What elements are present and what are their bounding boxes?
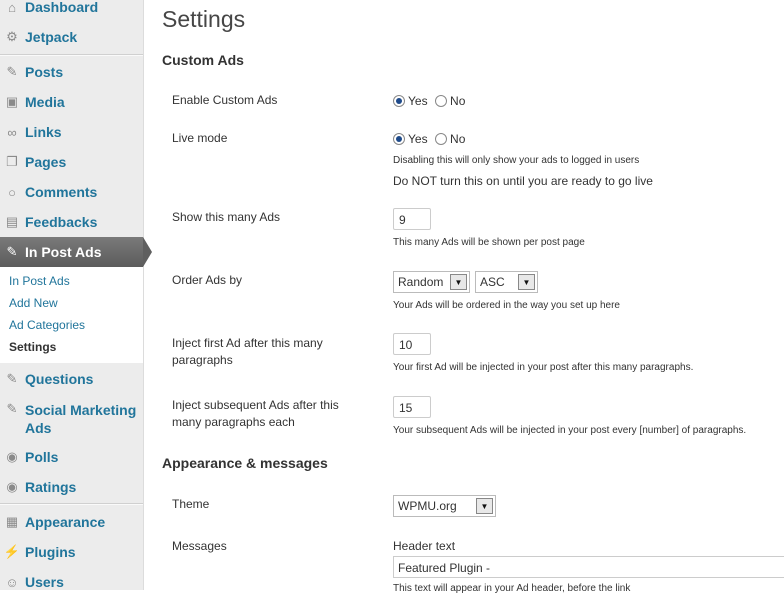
submenu-ad-categories[interactable]: Ad Categories: [9, 318, 85, 332]
enable-custom-ads-radios: Yes No: [393, 92, 468, 110]
menu-feedbacks[interactable]: ▤ Feedbacks: [0, 207, 143, 237]
link-icon: ∞: [7, 124, 17, 140]
show-many-ads-input[interactable]: 9: [393, 208, 431, 230]
submenu-in-post-ads[interactable]: In Post Ads: [9, 274, 70, 288]
chevron-down-icon: ▼: [476, 498, 493, 514]
header-text-description: This text will appear in your Ad header,…: [393, 583, 631, 594]
enable-custom-ads-no-radio[interactable]: [435, 94, 448, 107]
submenu: In Post Ads Add New Ad Categories Settin…: [0, 267, 143, 363]
appearance-icon: ▦: [5, 514, 19, 529]
menu-dashboard[interactable]: ⌂ Dashboard: [0, 0, 143, 22]
inject-subsequent-input[interactable]: 15: [393, 396, 431, 418]
header-text-input[interactable]: Featured Plugin -: [393, 556, 784, 578]
enable-custom-ads-yes-radio[interactable]: [393, 94, 405, 107]
live-mode-yes-radio[interactable]: [393, 132, 405, 145]
menu-plugins[interactable]: ⚡ Plugins: [0, 537, 143, 567]
messages-label: Messages: [172, 539, 227, 553]
page-title: Settings: [162, 6, 246, 32]
order-ads-description: Your Ads will be ordered in the way you …: [393, 300, 620, 311]
pin-icon: ✎: [6, 371, 18, 386]
menu-comments[interactable]: ○ Comments: [0, 177, 143, 207]
show-many-ads-description: This many Ads will be shown per post pag…: [393, 237, 585, 248]
inject-first-label: Inject first Ad after this many paragrap…: [172, 336, 323, 367]
feedback-icon: ▤: [5, 214, 19, 229]
rating-icon: ◉: [6, 479, 18, 494]
theme-select[interactable]: WPMU.org ▼: [393, 495, 496, 517]
menu-separator: [0, 503, 143, 505]
submenu-add-new[interactable]: Add New: [9, 296, 58, 310]
menu-media[interactable]: ▣ Media: [0, 87, 143, 117]
pin-icon: ✎: [6, 244, 18, 259]
show-many-ads-label: Show this many Ads: [172, 210, 281, 224]
menu-polls[interactable]: ◉ Polls: [0, 442, 143, 472]
media-icon: ▣: [5, 94, 19, 109]
live-mode-no-radio[interactable]: [435, 132, 448, 145]
menu-users[interactable]: ☺ Users: [0, 567, 143, 597]
section-custom-ads: Custom Ads: [162, 52, 244, 68]
submenu-settings[interactable]: Settings: [9, 340, 56, 354]
inject-subsequent-description: Your subsequent Ads will be injected in …: [393, 425, 747, 436]
live-mode-label: Live mode: [172, 131, 228, 145]
menu-social-marketing-ads[interactable]: ✎ Social Marketing Ads: [0, 394, 143, 440]
section-appearance: Appearance & messages: [162, 455, 328, 471]
menu-questions[interactable]: ✎ Questions: [0, 364, 143, 394]
live-mode-radios: Yes No: [393, 130, 468, 148]
jetpack-icon: ⚙: [6, 29, 18, 44]
menu-in-post-ads[interactable]: ✎ In Post Ads: [0, 237, 143, 267]
inject-first-description: Your first Ad will be injected in your p…: [393, 362, 694, 373]
pin-icon: ✎: [6, 401, 18, 416]
pin-icon: ✎: [6, 64, 18, 79]
menu-links[interactable]: ∞ Links: [0, 117, 143, 147]
enable-custom-ads-label: Enable Custom Ads: [172, 93, 278, 107]
chevron-down-icon: ▼: [450, 274, 467, 290]
menu-posts[interactable]: ✎ Posts: [0, 57, 143, 87]
poll-icon: ◉: [6, 449, 18, 464]
admin-sidebar: ⌂ Dashboard ⚙ Jetpack ✎ Posts ▣ Media ∞ …: [0, 0, 152, 590]
menu-appearance[interactable]: ▦ Appearance: [0, 507, 143, 537]
plugin-icon: ⚡: [3, 544, 21, 559]
users-icon: ☺: [5, 574, 19, 590]
comment-icon: ○: [8, 184, 16, 200]
menu-separator: [0, 54, 143, 56]
menu-jetpack[interactable]: ⚙ Jetpack: [0, 22, 143, 52]
live-mode-description: Disabling this will only show your ads t…: [393, 155, 640, 166]
inject-subsequent-label: Inject subsequent Ads after this many pa…: [172, 398, 339, 429]
menu-ratings[interactable]: ◉ Ratings: [0, 472, 143, 502]
inject-first-input[interactable]: 10: [393, 333, 431, 355]
order-direction-select[interactable]: ASC ▼: [475, 271, 538, 293]
current-menu-arrow: [143, 237, 152, 267]
theme-label: Theme: [172, 497, 210, 511]
chevron-down-icon: ▼: [518, 274, 535, 290]
header-text-label: Header text: [393, 539, 456, 553]
pages-icon: ❐: [6, 154, 18, 169]
order-ads-select[interactable]: Random ▼: [393, 271, 470, 293]
home-icon: ⌂: [8, 0, 16, 15]
order-ads-label: Order Ads by: [172, 273, 243, 287]
menu-pages[interactable]: ❐ Pages: [0, 147, 143, 177]
live-mode-warning: Do NOT turn this on until you are ready …: [393, 174, 653, 188]
